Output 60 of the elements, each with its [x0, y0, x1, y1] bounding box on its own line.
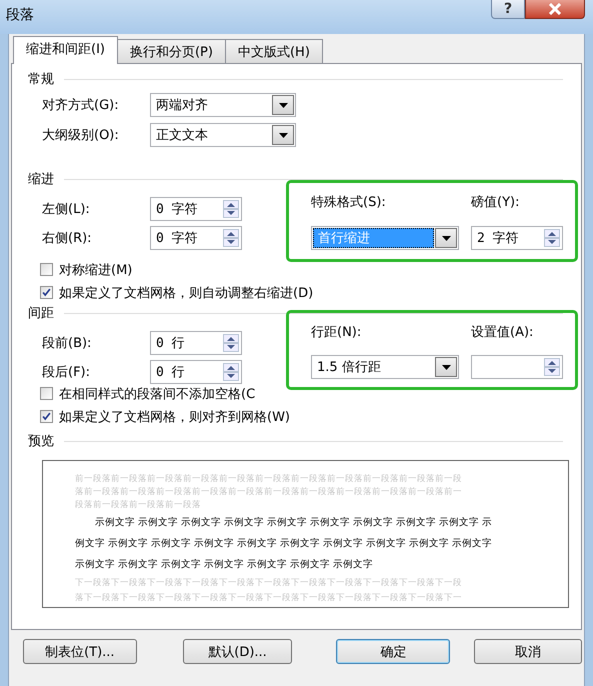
- spin-field[interactable]: 0 行: [150, 330, 242, 354]
- section-heading: 间距: [28, 305, 54, 322]
- spin-field[interactable]: 0 行: [150, 360, 242, 384]
- section-heading: 缩进: [28, 171, 54, 188]
- checkbox-label[interactable]: 如果定义了文档网格，则自动调整右缩进(D): [59, 284, 314, 302]
- dropdown-arrow-icon: [278, 132, 288, 138]
- sample-text: 示例文字 示例文字 示例文字 示例文字 示例文字 示例文字 示例文字 示例文字 示例文字 示: [94, 516, 494, 530]
- window-title: 段落: [5, 6, 34, 24]
- dropdown-arrow-icon: [278, 102, 288, 108]
- spin-arrows-icon[interactable]: [223, 200, 239, 218]
- preview-text: 前一段落前一段落前一段落前一段落前一段落前一段落前一段落前一段落前一段落前一段落前一段: [75, 473, 463, 486]
- checkbox[interactable]: [40, 387, 53, 400]
- spin-arrows-icon[interactable]: [223, 228, 239, 246]
- dialog-button[interactable]: 默认(D)...: [182, 639, 292, 664]
- preview-text: 下一段落下一段落下一段落下一段落下一段落下一段落下一段落下一段落下一段落下一段落下一段: [75, 577, 463, 590]
- tab[interactable]: 缩进和间距(I): [13, 36, 118, 64]
- dropdown[interactable]: 正文文本: [150, 123, 296, 147]
- tab[interactable]: 换行和分页(P): [116, 39, 226, 63]
- preview-text: 段落前一段落前一段落前一段落: [75, 499, 202, 512]
- sample-text: 例文字 示例文字 示例文字 示例文字 示例文字 示例文字 示例文字 示例文字 示例文字 示例文字: [75, 537, 494, 551]
- dropdown[interactable]: 两端对齐: [150, 93, 296, 117]
- dialog-button[interactable]: 制表位(T)...: [23, 639, 137, 664]
- close-icon: [548, 3, 562, 15]
- spin-field[interactable]: 0 字符: [150, 226, 242, 250]
- field-label: 行距(N):: [311, 324, 362, 342]
- spin-field[interactable]: 0 字符: [150, 196, 242, 220]
- preview-text: 落前一段落前一段落前一段落前一段落前一段落前一段落前一段落前一段落前一段落前一段落前一: [75, 486, 463, 499]
- section-heading: 常规: [28, 71, 54, 88]
- field-label: 设置值(A):: [471, 324, 534, 342]
- checkbox[interactable]: [40, 410, 53, 423]
- field-label: 磅值(Y):: [471, 194, 520, 212]
- field-label: 特殊格式(S):: [311, 194, 387, 212]
- dialog-button[interactable]: 确定: [336, 639, 450, 664]
- spin-arrows-icon[interactable]: [544, 358, 560, 376]
- checkbox-label[interactable]: 如果定义了文档网格，则对齐到网格(W): [59, 408, 290, 426]
- checkbox-label[interactable]: 在相同样式的段落间不添加空格(C: [59, 384, 256, 402]
- dialog-button[interactable]: 取消: [474, 639, 582, 664]
- checkbox[interactable]: [40, 263, 53, 276]
- field-label: 对齐方式(G):: [42, 97, 120, 114]
- field-label: 左侧(L):: [42, 200, 91, 218]
- spin-field[interactable]: 2 字符: [471, 226, 563, 250]
- preview-text: 落下一段落下一段落下一段落下一段落下一段落下一段落下一段落下一段落下一段落下一段落下一: [75, 592, 463, 605]
- close-button[interactable]: [525, 0, 585, 19]
- spin-arrows-icon[interactable]: [544, 229, 560, 247]
- spin-arrows-icon[interactable]: [223, 362, 239, 380]
- help-button[interactable]: ?: [491, 0, 525, 19]
- field-label: 段后(F):: [42, 364, 92, 380]
- field-label: 右侧(R):: [42, 230, 93, 246]
- spin-arrows-icon[interactable]: [223, 334, 239, 352]
- dropdown[interactable]: 1.5 倍行距: [311, 355, 459, 379]
- tab[interactable]: 中文版式(H): [224, 39, 323, 63]
- dropdown-arrow-icon: [442, 236, 450, 240]
- section-heading: 预览: [28, 433, 54, 450]
- spin-field[interactable]: [471, 355, 563, 379]
- field-label: 大纲级别(O):: [42, 127, 120, 144]
- checkbox-label[interactable]: 对称缩进(M): [59, 260, 132, 278]
- dropdown-arrow-icon: [442, 364, 450, 370]
- checkbox[interactable]: [40, 286, 53, 299]
- field-label: 段前(B):: [42, 334, 92, 352]
- sample-text: 示例文字 示例文字 示例文字 示例文字 示例文字 示例文字 示例文字: [75, 558, 374, 572]
